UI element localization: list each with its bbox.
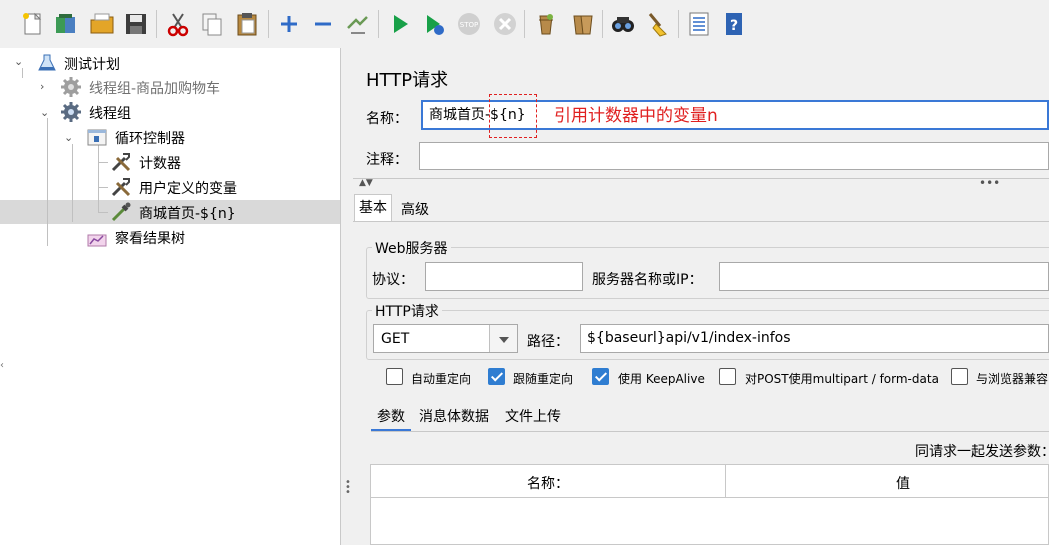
http-request-group-title: HTTP请求	[372, 301, 442, 321]
toolbar: STOP ?	[0, 0, 1049, 49]
tree-label: 测试计划	[64, 57, 120, 73]
copy-icon[interactable]	[196, 8, 228, 40]
collapse-icon[interactable]	[307, 8, 339, 40]
chevron-down-icon[interactable]	[489, 325, 517, 352]
collapse-arrows-icon[interactable]: ▲▼	[359, 178, 373, 188]
tools-icon	[110, 151, 132, 173]
tab-body-data[interactable]: 消息体数据	[419, 406, 489, 426]
reset-search-icon[interactable]	[641, 8, 673, 40]
test-plan-tree: ⌄ 测试计划 › 线程组-商品加购物车 ⌄ 线程组 ⌄ 循环控制器 计数器 用户…	[0, 48, 341, 545]
help-icon[interactable]: ?	[718, 8, 750, 40]
tree-label: 商城首页-${n}	[139, 206, 236, 222]
path-input-value: ${baseurl}api/v1/index-infos	[587, 330, 791, 346]
comment-input[interactable]	[419, 142, 1049, 170]
web-server-group-title: Web服务器	[372, 238, 451, 258]
table-header-name: 名称：	[527, 476, 569, 492]
keepalive-label: 使用 KeepAlive	[618, 372, 705, 386]
server-input[interactable]	[719, 262, 1049, 291]
shutdown-icon[interactable]	[489, 8, 521, 40]
tree-node-counter[interactable]: 计数器	[110, 151, 310, 173]
comment-label: 注释：	[366, 152, 408, 168]
server-label: 服务器名称或IP：	[592, 272, 703, 288]
tab-advanced[interactable]: 高级	[401, 199, 429, 219]
multipart-label: 对POST使用multipart / form-data	[745, 372, 939, 386]
tree-label: 线程组-商品加购物车	[89, 81, 221, 97]
path-label: 路径：	[527, 334, 569, 350]
tree-label: 循环控制器	[115, 131, 185, 147]
open-icon[interactable]	[86, 8, 118, 40]
variable-highlight-box	[489, 94, 537, 138]
tree-node-thread-group[interactable]: 线程组	[60, 101, 260, 123]
function-helper-icon[interactable]	[683, 8, 715, 40]
paste-icon[interactable]	[231, 8, 263, 40]
cut-icon[interactable]	[162, 8, 194, 40]
follow-redirect-checkbox[interactable]	[488, 368, 505, 385]
table-header: 名称： 值	[371, 465, 1048, 498]
browser-compatible-headers-label: 与浏览器兼容的头	[976, 372, 1049, 386]
follow-redirect-label: 跟随重定向	[513, 372, 574, 386]
loop-controller-icon	[86, 126, 108, 148]
start-icon[interactable]	[384, 8, 416, 40]
toggle-icon[interactable]	[341, 8, 373, 40]
start-no-pauses-icon[interactable]	[418, 8, 450, 40]
tab-file-upload[interactable]: 文件上传	[505, 406, 561, 426]
tree-node-thread-group-cart[interactable]: 线程组-商品加购物车	[60, 76, 320, 98]
templates-icon[interactable]	[50, 8, 82, 40]
tab-basic[interactable]: 基本	[354, 194, 392, 221]
stop-icon[interactable]: STOP	[453, 8, 485, 40]
auto-redirect-checkbox[interactable]	[386, 368, 403, 385]
tree-node-http-request-selected[interactable]: 商城首页-${n}	[110, 201, 330, 223]
left-collapse-arrow-icon[interactable]: ‹	[0, 360, 4, 371]
http-request-panel: HTTP请求 名称： 商城首页-${n} 引用计数器中的变量n 注释： ▲▼ •…	[353, 48, 1049, 545]
new-icon[interactable]	[16, 8, 48, 40]
svg-text:STOP: STOP	[460, 21, 478, 29]
gear-icon	[60, 101, 82, 123]
collapse-loop-controller-toggle[interactable]: ⌄	[64, 132, 76, 144]
annotation-text: 引用计数器中的变量n	[554, 106, 718, 126]
multipart-checkbox[interactable]	[719, 368, 736, 385]
chart-icon	[86, 226, 108, 248]
expand-icon[interactable]	[273, 8, 305, 40]
clear-icon[interactable]	[530, 8, 562, 40]
protocol-label: 协议：	[372, 272, 414, 288]
auto-redirect-label: 自动重定向	[411, 372, 472, 386]
tree-node-loop-controller[interactable]: 循环控制器	[86, 126, 286, 148]
keepalive-checkbox[interactable]	[592, 368, 609, 385]
tree-label: 察看结果树	[115, 231, 185, 247]
search-icon[interactable]	[607, 8, 639, 40]
panel-splitter[interactable]: • • •	[341, 48, 353, 545]
parameters-table[interactable]: 名称： 值	[370, 464, 1049, 545]
tree-label: 用户定义的变量	[139, 181, 237, 197]
expand-thread-group-toggle[interactable]: ›	[40, 81, 52, 93]
svg-text:?: ?	[730, 18, 738, 34]
save-icon[interactable]	[120, 8, 152, 40]
tools-icon	[110, 176, 132, 198]
tree-node-user-defined-variables[interactable]: 用户定义的变量	[110, 176, 330, 198]
more-options-icon[interactable]: •••	[979, 176, 1000, 190]
tree-node-view-results-tree[interactable]: 察看结果树	[86, 226, 286, 248]
name-label: 名称：	[366, 111, 408, 127]
method-select-value: GET	[381, 331, 410, 347]
table-header-value: 值	[896, 476, 910, 492]
tree-label: 计数器	[139, 156, 181, 172]
browser-compatible-headers-checkbox[interactable]	[951, 368, 968, 385]
collapse-thread-group-toggle[interactable]: ⌄	[40, 107, 52, 119]
send-params-label: 同请求一起发送参数：	[915, 444, 1049, 460]
pipette-icon	[110, 201, 132, 223]
tree-label: 线程组	[89, 106, 131, 122]
tree-node-test-plan[interactable]: 测试计划	[36, 52, 236, 74]
method-select[interactable]: GET	[373, 324, 518, 353]
protocol-input[interactable]	[425, 262, 583, 291]
tab-parameters[interactable]: 参数	[377, 406, 405, 426]
clear-all-icon[interactable]	[566, 8, 598, 40]
flask-icon	[36, 52, 58, 74]
splitter-grip-icon: • • •	[345, 477, 351, 498]
path-input[interactable]: ${baseurl}api/v1/index-infos	[580, 324, 1049, 353]
collapse-test-plan-toggle[interactable]: ⌄	[14, 56, 26, 68]
gear-icon	[60, 76, 82, 98]
page-title: HTTP请求	[366, 70, 449, 91]
